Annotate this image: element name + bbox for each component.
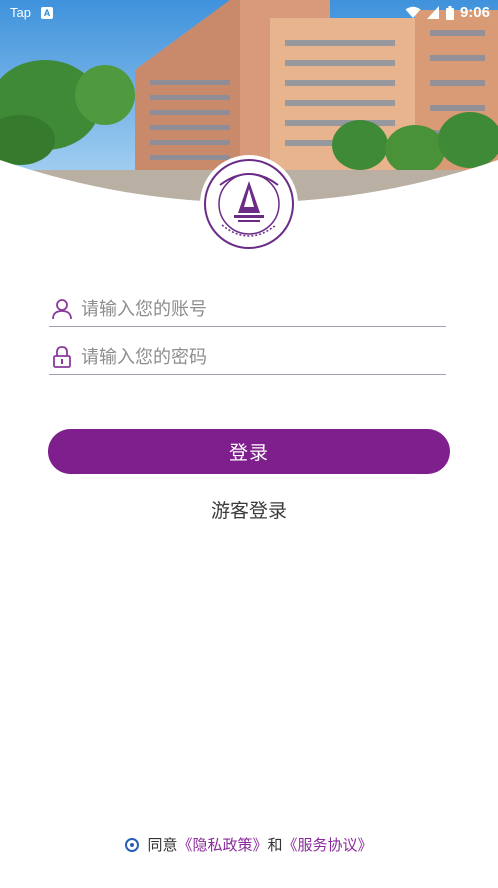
university-logo (200, 155, 298, 253)
password-field[interactable] (49, 340, 446, 375)
user-icon (52, 299, 72, 320)
account-field[interactable] (49, 292, 446, 327)
and-label: 和 (267, 836, 283, 854)
agreement-row: 同意 《隐私政策》 和 《服务协议》 (0, 834, 498, 855)
guest-login-link[interactable]: 游客登录 (0, 496, 498, 523)
privacy-policy-link[interactable]: 《隐私政策》 (177, 834, 267, 855)
lock-icon (53, 346, 71, 368)
notification-app-icon: A (40, 6, 53, 19)
wifi-icon (405, 6, 421, 18)
service-agreement-link[interactable]: 《服务协议》 (283, 834, 373, 855)
carrier-label: Tap (10, 5, 31, 20)
status-bar: Tap A 9:06 (0, 0, 498, 26)
account-input[interactable] (79, 292, 443, 326)
signal-icon (426, 6, 439, 19)
battery-icon (445, 5, 454, 20)
agree-label: 同意 (147, 836, 178, 854)
login-button[interactable]: 登录 (48, 429, 450, 474)
password-input[interactable] (79, 340, 443, 374)
agree-radio[interactable] (125, 837, 140, 852)
university-emblem-icon (204, 159, 294, 249)
status-clock: 9:06 (459, 4, 490, 21)
